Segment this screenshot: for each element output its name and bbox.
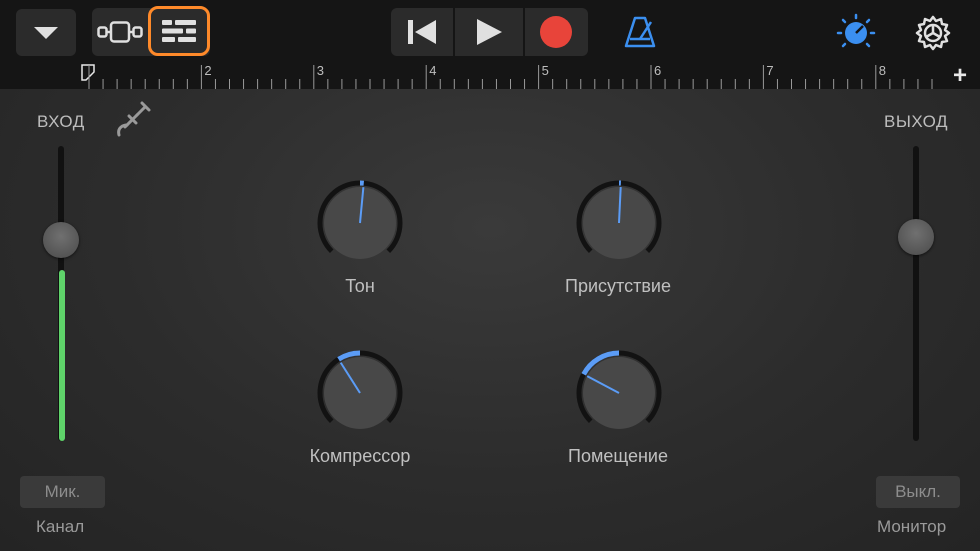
- ruler-bar-number: 7: [766, 63, 774, 78]
- tracks-view-icon: [97, 21, 143, 43]
- input-jack-icon: [117, 101, 151, 137]
- record-icon: [540, 16, 572, 48]
- room-knob-label: Помещение: [568, 446, 668, 466]
- master-effects-knob-icon: [836, 13, 876, 48]
- ruler-bar-number: 2: [204, 63, 212, 78]
- channel-label: Канал: [36, 517, 85, 536]
- metronome-icon: [624, 16, 656, 48]
- room-knob[interactable]: [574, 348, 664, 438]
- play-icon: [477, 19, 502, 45]
- menu-button[interactable]: [16, 9, 76, 56]
- ruler-bar-number: 8: [878, 63, 887, 78]
- record-button[interactable]: [525, 8, 587, 56]
- chevron-down-icon: [34, 26, 58, 39]
- output-label: ВЫХОД: [884, 112, 949, 131]
- presence-knob-label: Присутствие: [565, 276, 671, 296]
- go-to-beginning-button[interactable]: [391, 8, 453, 56]
- input-level-slider[interactable]: [43, 222, 79, 259]
- ruler-bar-number: 5: [541, 63, 549, 78]
- output-level-track: [913, 146, 919, 441]
- input-source-button[interactable]: [112, 97, 152, 141]
- master-effects-button[interactable]: [834, 10, 878, 54]
- input-level-meter: [59, 269, 65, 441]
- top-toolbar: [0, 0, 980, 62]
- input-label: ВХОД: [37, 112, 85, 131]
- timeline-ruler[interactable]: 2 3 4 5 6 7 8 +: [0, 62, 980, 89]
- monitor-button[interactable]: Выкл.: [876, 476, 960, 508]
- playhead-marker[interactable]: [81, 64, 95, 81]
- transport-controls: [391, 8, 588, 56]
- mixer-view-icon: [162, 20, 196, 42]
- mixer-view-button[interactable]: [148, 6, 210, 56]
- tone-knob[interactable]: [315, 178, 405, 268]
- ruler-bar-number: 3: [316, 63, 325, 78]
- add-section-button[interactable]: +: [948, 62, 972, 89]
- output-level-slider[interactable]: [898, 219, 934, 256]
- tone-knob-label: Тон: [345, 276, 375, 296]
- compressor-knob[interactable]: [315, 348, 405, 438]
- settings-button[interactable]: [910, 10, 956, 56]
- gear-icon: [915, 15, 951, 51]
- metronome-button[interactable]: [618, 12, 662, 52]
- compressor-knob-label: Компрессор: [309, 446, 411, 466]
- channel-button[interactable]: Мик.: [20, 476, 105, 508]
- tracks-view-button[interactable]: [92, 8, 148, 56]
- monitor-label: Монитор: [877, 517, 947, 536]
- ruler-bar-number: 6: [654, 63, 662, 78]
- play-button[interactable]: [455, 8, 523, 56]
- ruler-bar-number: 4: [429, 63, 437, 78]
- go-to-beginning-icon: [408, 20, 436, 44]
- mixer-panel: ВХОД Мик. Канал ВЫХОД Выкл. Монитор Тон …: [0, 89, 980, 551]
- ruler-ticks: [81, 64, 933, 89]
- presence-knob[interactable]: [574, 178, 664, 268]
